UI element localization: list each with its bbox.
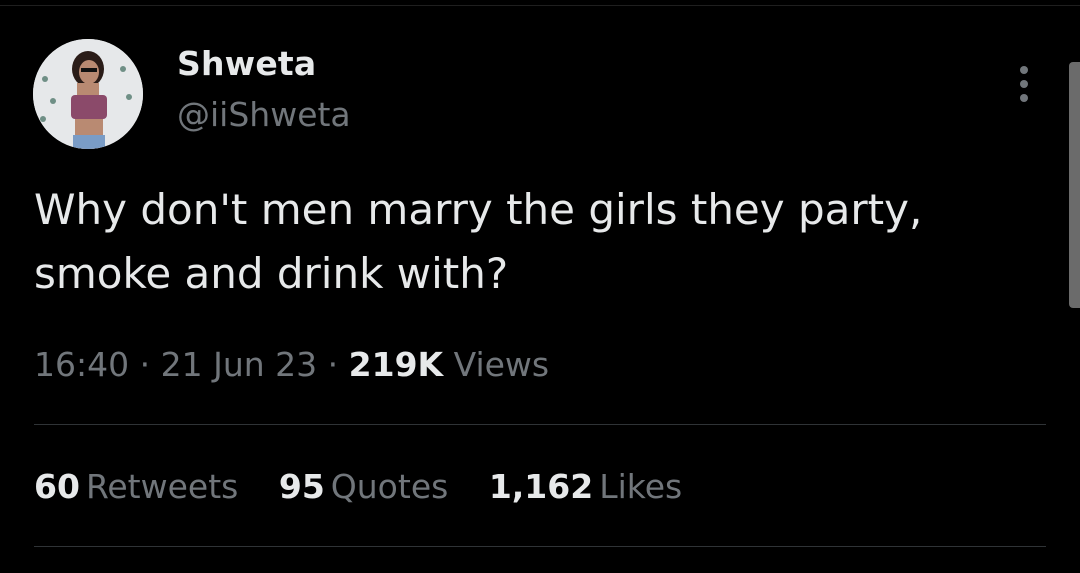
retweets-count: 60	[34, 467, 80, 506]
author-name[interactable]: Shweta	[177, 44, 316, 83]
divider	[34, 546, 1046, 547]
scrollbar[interactable]	[1069, 62, 1080, 308]
avatar-image	[33, 39, 143, 149]
retweets-label: Retweets	[85, 467, 239, 506]
likes-stat[interactable]: 1,162 Likes	[489, 467, 682, 506]
quotes-stat[interactable]: 95 Quotes	[279, 467, 448, 506]
retweets-stat[interactable]: 60 Retweets	[34, 467, 238, 506]
author-handle[interactable]: @iiShweta	[177, 95, 351, 134]
tweet-date[interactable]: 21 Jun 23	[161, 345, 318, 384]
views-count: 219K	[348, 345, 444, 384]
meta-separator: ·	[327, 345, 339, 384]
avatar[interactable]	[33, 39, 143, 149]
likes-count: 1,162	[488, 467, 594, 506]
top-divider	[0, 5, 1080, 6]
divider	[34, 424, 1046, 425]
tweet-text: Why don't men marry the girls they party…	[34, 185, 923, 298]
engagement-stats: 60 Retweets 95 Quotes 1,162 Likes	[34, 467, 712, 506]
tweet-meta: 16:40 · 21 Jun 23 · 219K Views	[34, 345, 549, 384]
more-horizontal-icon[interactable]	[1012, 66, 1036, 106]
views-label: Views	[453, 345, 550, 384]
tweet-time[interactable]: 16:40	[34, 345, 129, 384]
meta-separator: ·	[139, 345, 151, 384]
likes-label: Likes	[599, 467, 683, 506]
quotes-count: 95	[278, 467, 325, 506]
quotes-label: Quotes	[330, 467, 449, 506]
